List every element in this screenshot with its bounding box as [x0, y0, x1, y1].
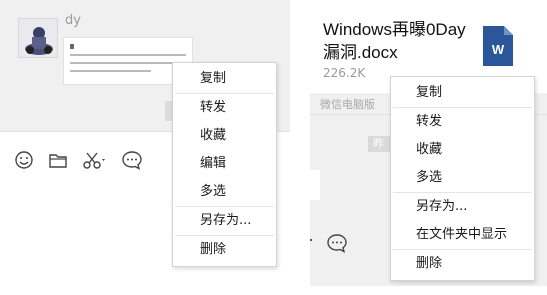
sender-name: dy [65, 13, 81, 28]
menu-item-3[interactable]: 收藏 [391, 136, 534, 164]
blurred-text-line [70, 54, 186, 56]
context-menu-left: 复制 转发 收藏 编辑 多选 另存为... 删除 [172, 62, 277, 267]
file-name: Windows再曝0Day漏洞.docx [323, 20, 466, 62]
menu-item-6[interactable]: 在文件夹中显示 [391, 221, 534, 249]
text-cursor-mark [70, 44, 74, 49]
menu-item-3[interactable]: 收藏 [173, 122, 276, 150]
menu-item-7[interactable]: 删除 [173, 236, 276, 264]
blurred-text-line [70, 62, 186, 64]
menu-item-4[interactable]: 多选 [391, 164, 534, 192]
avatar[interactable] [18, 18, 58, 58]
panel-edge [310, 170, 320, 200]
menu-item-5[interactable]: 另存为... [391, 193, 534, 221]
blurred-text-line [70, 70, 152, 72]
word-document-icon: W [483, 26, 513, 66]
emoji-icon[interactable] [14, 150, 34, 170]
context-menu-right: 复制 转发 收藏 多选 另存为... 在文件夹中显示 删除 [390, 76, 535, 281]
chat-bubble-icon[interactable] [121, 149, 143, 171]
menu-item-1[interactable]: 复制 [391, 79, 534, 107]
menu-item-5[interactable]: 多选 [173, 178, 276, 206]
menu-item-4[interactable]: 编辑 [173, 150, 276, 178]
menu-item-2[interactable]: 转发 [391, 108, 534, 136]
menu-item-6[interactable]: 另存为... [173, 207, 276, 235]
panel-gap [290, 0, 310, 295]
menu-item-2[interactable]: 转发 [173, 94, 276, 122]
svg-text:W: W [492, 42, 505, 57]
menu-item-1[interactable]: 复制 [173, 65, 276, 93]
scissors-icon[interactable] [82, 150, 108, 170]
file-size: 226.2K [323, 66, 366, 80]
chat-bubble-icon[interactable] [326, 232, 348, 254]
source-label: 微信电脑版 [320, 98, 375, 111]
cursor-dot [310, 239, 312, 241]
menu-item-7[interactable]: 删除 [391, 250, 534, 278]
avatar-image [19, 19, 57, 57]
folder-icon[interactable] [48, 150, 68, 170]
